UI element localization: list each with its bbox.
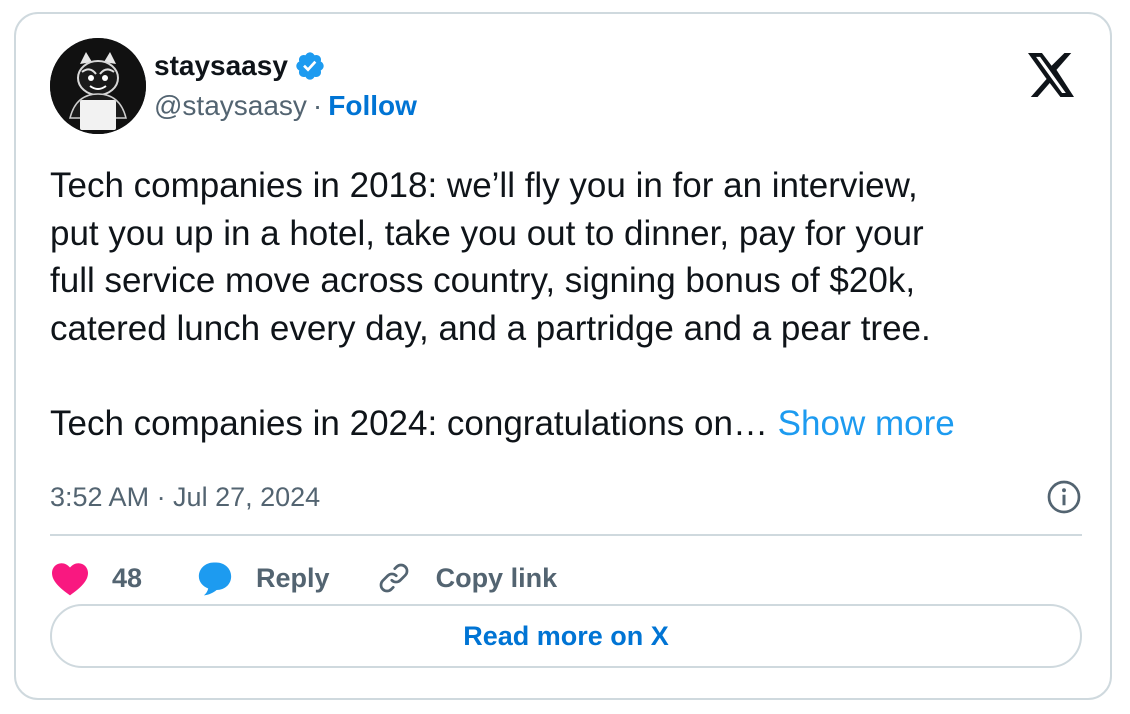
follow-button[interactable]: Follow — [328, 90, 417, 122]
handle-row: @staysaasy · Follow — [154, 86, 417, 126]
info-icon[interactable] — [1046, 479, 1082, 515]
reply-bubble-icon — [198, 562, 232, 596]
reply-label: Reply — [256, 562, 330, 593]
like-count: 48 — [112, 562, 143, 593]
x-logo-icon[interactable] — [1028, 52, 1076, 98]
verified-badge-icon — [296, 52, 324, 80]
avatar[interactable] — [50, 38, 146, 134]
heart-icon — [52, 563, 88, 596]
meta-row: 3:52 AM · Jul 27, 2024 — [50, 472, 1082, 522]
read-more-button[interactable]: Read more on X — [50, 604, 1082, 668]
like-button[interactable]: 48 — [50, 560, 142, 596]
display-name[interactable]: staysaasy — [154, 50, 288, 82]
timestamp[interactable]: 3:52 AM · Jul 27, 2024 — [50, 482, 320, 513]
tweet-card: staysaasy @staysaasy · Follow Tech compa… — [14, 12, 1112, 700]
handle[interactable]: @staysaasy — [154, 90, 307, 122]
show-more-link[interactable]: Show more — [778, 404, 955, 443]
tweet-text: Tech companies in 2018: we’ll fly you in… — [50, 162, 1080, 447]
action-bar: 48 Reply Copy link — [50, 550, 557, 606]
name-row: staysaasy — [154, 46, 417, 86]
divider — [50, 534, 1082, 536]
copy-link-label: Copy link — [435, 562, 558, 593]
link-icon — [379, 563, 408, 593]
reply-button[interactable]: Reply — [196, 560, 330, 596]
copy-link-button[interactable]: Copy link — [376, 560, 558, 596]
bear-avatar-icon — [50, 38, 146, 134]
tweet-header: staysaasy @staysaasy · Follow — [50, 38, 417, 134]
separator: · — [312, 90, 323, 121]
tweet-body: Tech companies in 2018: we’ll fly you in… — [50, 166, 931, 443]
user-info: staysaasy @staysaasy · Follow — [154, 46, 417, 126]
